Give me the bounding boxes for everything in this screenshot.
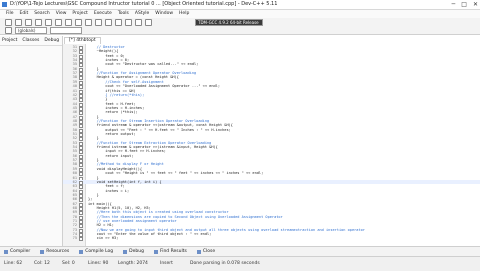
tab-project[interactable]: Project — [2, 38, 17, 43]
open-file-icon[interactable] — [15, 19, 22, 26]
status-lines: Lines: 90 — [88, 261, 109, 266]
status-bar: Line: 62 Col: 12 Sel: 0 Lines: 90 Length… — [0, 256, 480, 271]
compile-run-icon[interactable] — [125, 19, 132, 26]
code-text: cin >> H3; — [88, 236, 119, 241]
compile-icon[interactable] — [105, 19, 112, 26]
redo-icon[interactable] — [75, 19, 82, 26]
window-title: D:\YOP\1-Tejo Lectures\GSC Compound Intr… — [10, 1, 278, 7]
tab-classes[interactable]: Classes — [22, 38, 39, 43]
replace-icon[interactable] — [95, 19, 102, 26]
compiler-select[interactable]: TDM-GCC 4.9.2 64-bit Release — [195, 19, 263, 26]
status-col: Col: 12 — [34, 261, 50, 266]
debug-output-icon — [123, 249, 128, 254]
code-editor[interactable]: [*] 4thbtopt 31 // Destructor 32 ~Height(… — [63, 36, 480, 246]
menu-help[interactable]: Help — [179, 10, 189, 18]
menu-search[interactable]: Search — [34, 10, 49, 18]
menu-project[interactable]: Project — [72, 10, 87, 18]
find-results-icon — [153, 249, 158, 254]
menu-execute[interactable]: Execute — [94, 10, 112, 18]
find-icon[interactable] — [85, 19, 92, 26]
undo-icon[interactable] — [65, 19, 72, 26]
status-insert: Insert — [160, 261, 173, 266]
menu-tools[interactable]: Tools — [118, 10, 129, 18]
menu-astyle[interactable]: AStyle — [135, 10, 149, 18]
print-icon[interactable] — [55, 19, 62, 26]
project-sidebar: Project Classes Debug — [0, 36, 63, 246]
tab-compile-log-label: Compile Log — [85, 249, 114, 254]
menu-file[interactable]: File — [6, 10, 14, 18]
maximize-button[interactable]: □ — [461, 0, 467, 9]
tab-close[interactable]: Close — [196, 249, 216, 254]
tab-compiler[interactable]: Compiler — [4, 249, 30, 254]
save-icon[interactable] — [25, 19, 32, 26]
main-toolbar: TDM-GCC 4.9.2 64-bit Release — [0, 18, 480, 27]
tab-find-results[interactable]: Find Results — [153, 249, 187, 254]
tab-debug-output-label: Debug — [129, 249, 144, 254]
menu-edit[interactable]: Edit — [20, 10, 29, 18]
status-line: Line: 62 — [4, 261, 23, 266]
class-browser-icon[interactable] — [5, 27, 12, 34]
menu-bar: File Edit Search View Project Execute To… — [0, 10, 480, 18]
rebuild-icon[interactable] — [135, 19, 142, 26]
status-length: Length: 2074 — [118, 261, 148, 266]
secondary-toolbar: (globals) — [0, 27, 480, 35]
compile-log-icon — [79, 249, 84, 254]
status-sel: Sel: 0 — [62, 261, 75, 266]
status-parse: Done parsing in 0.078 seconds — [190, 261, 260, 266]
globals-select[interactable]: (globals) — [15, 27, 47, 34]
fold-marker-icon[interactable] — [79, 237, 83, 242]
run-icon[interactable] — [115, 19, 122, 26]
line-number: 75 — [72, 236, 77, 241]
tab-compiler-label: Compiler — [10, 249, 31, 254]
tab-resources-label: Resources — [46, 249, 70, 254]
file-tab[interactable]: [*] 4thbtopt — [64, 37, 101, 44]
debug-icon[interactable] — [145, 19, 152, 26]
code-line[interactable]: 75 cin >> H3; — [63, 236, 480, 242]
tab-resources[interactable]: Resources — [40, 249, 69, 254]
tab-debug-output[interactable]: Debug — [123, 249, 144, 254]
app-icon — [2, 2, 7, 7]
tab-find-results-label: Find Results — [159, 249, 187, 254]
tab-close-label: Close — [202, 249, 216, 254]
members-select[interactable] — [50, 27, 82, 34]
code-area[interactable]: 31 // Destructor 32 ~Height(){33 feet = 0… — [63, 44, 480, 246]
minimize-button[interactable]: ─ — [452, 0, 456, 9]
close-button[interactable]: ✕ — [473, 0, 478, 9]
close-file-icon[interactable] — [45, 19, 52, 26]
menu-view[interactable]: View — [56, 10, 67, 18]
resources-icon — [40, 249, 45, 254]
bottom-panel-tabs: Compiler Resources Compile Log Debug Fin… — [0, 246, 480, 256]
title-bar: D:\YOP\1-Tejo Lectures\GSC Compound Intr… — [0, 0, 480, 10]
tab-debug[interactable]: Debug — [44, 38, 59, 43]
tab-compile-log[interactable]: Compile Log — [79, 249, 113, 254]
compiler-icon — [4, 249, 8, 254]
save-all-icon[interactable] — [35, 19, 42, 26]
menu-window[interactable]: Window — [155, 10, 173, 18]
close-panel-icon — [196, 249, 201, 254]
new-file-icon[interactable] — [5, 19, 12, 26]
